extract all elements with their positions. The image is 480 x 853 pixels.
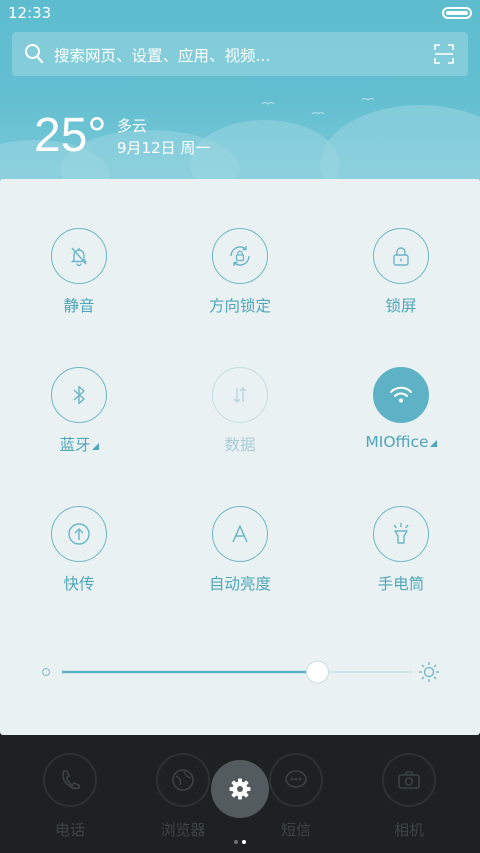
dropdown-indicator-icon[interactable] (429, 440, 437, 447)
message-icon[interactable] (269, 753, 323, 807)
flashlight-icon (393, 523, 409, 544)
toggle-label: 快传 (63, 575, 95, 593)
search-bar[interactable]: 搜索网页、设置、应用、视频... (12, 32, 468, 76)
toggle-quick-share-circle[interactable] (51, 506, 107, 562)
toggle-label: 蓝牙 (59, 436, 91, 454)
toggle-rotation-lock[interactable]: 方向锁定 (180, 228, 300, 316)
status-bar: 12:33 (0, 0, 480, 28)
battery-icon (442, 7, 472, 19)
toggle-label: 数据 (224, 436, 256, 454)
toggle-rotation-lock-circle[interactable] (212, 228, 268, 284)
toggle-wifi[interactable]: MIOffice (341, 367, 461, 451)
dropdown-indicator-icon[interactable] (91, 443, 99, 450)
lock-icon (393, 247, 409, 266)
bell-off-icon (70, 247, 88, 267)
cloud-decoration (190, 120, 340, 182)
dock-app-phone[interactable]: 电话 (25, 753, 115, 840)
browser-icon[interactable] (156, 753, 210, 807)
birds-icon (262, 98, 375, 115)
toggle-mobile-data-circle[interactable] (212, 367, 268, 423)
search-icon (25, 44, 44, 64)
brightness-slider[interactable] (0, 660, 480, 684)
slider-thumb (306, 660, 329, 684)
toggle-label: 自动亮度 (208, 575, 271, 593)
toggle-quick-share[interactable]: 快传 (19, 506, 139, 594)
auto-brightness-icon (232, 525, 248, 543)
toggle-bluetooth-circle[interactable] (51, 367, 107, 423)
share-transfer-icon (68, 523, 90, 545)
weather-date: 9月12日 周一 (117, 139, 211, 157)
toggle-label: MIOffice (365, 433, 429, 451)
toggle-flashlight[interactable]: 手电筒 (341, 506, 461, 594)
page-dot (234, 840, 238, 844)
toggle-bluetooth[interactable]: 蓝牙 (19, 367, 139, 455)
toggle-auto-brightness[interactable]: 自动亮度 (180, 506, 300, 594)
toggle-mute[interactable]: 静音 (19, 228, 139, 316)
toggle-mobile-data[interactable]: 数据 (180, 367, 300, 455)
rotation-lock-icon (230, 246, 250, 266)
brightness-low-icon (41, 667, 51, 677)
quick-settings-panel: 静音 方向锁定 锁屏 蓝牙 数据 MIOffice 快传 自动亮度 手电筒 (0, 179, 480, 735)
scan-icon[interactable] (434, 44, 454, 64)
dock-label: 浏览器 (160, 821, 206, 839)
page-dot-active (242, 840, 246, 844)
camera-icon[interactable] (382, 753, 436, 807)
dock-label: 相机 (393, 821, 424, 839)
toggle-flashlight-circle[interactable] (373, 506, 429, 562)
weather-condition: 多云 (117, 117, 148, 135)
settings-button[interactable] (211, 760, 269, 818)
toggle-label: 锁屏 (385, 297, 417, 315)
toggle-label: 静音 (63, 297, 95, 315)
dock-label: 电话 (54, 821, 85, 839)
toggle-label-bluetooth: 蓝牙 (19, 433, 139, 455)
toggle-wifi-circle[interactable] (373, 367, 429, 423)
wifi-icon (390, 386, 412, 403)
mobile-data-icon (233, 387, 247, 403)
weather-header: 12:33 搜索网页、设置、应用、视频... 25° 多云 9月12日 周一 (0, 0, 480, 182)
toggle-auto-brightness-circle[interactable] (212, 506, 268, 562)
search-input[interactable]: 搜索网页、设置、应用、视频... (54, 44, 270, 66)
toggle-lock-screen-circle[interactable] (373, 228, 429, 284)
toggle-mute-circle[interactable] (51, 228, 107, 284)
toggle-lock-screen[interactable]: 锁屏 (341, 228, 461, 316)
brightness-high-icon (419, 662, 439, 682)
status-time: 12:33 (8, 4, 52, 22)
phone-icon[interactable] (43, 753, 97, 807)
toggle-label: 方向锁定 (208, 297, 271, 315)
toggle-label: 手电筒 (377, 575, 425, 593)
page-indicator (232, 829, 248, 848)
dock-app-camera[interactable]: 相机 (364, 753, 454, 840)
temperature: 25° (34, 109, 107, 162)
toggle-label-wifi: MIOffice (341, 433, 461, 451)
dock-label: 短信 (280, 821, 311, 839)
brightness-slider-track[interactable] (0, 660, 480, 684)
bluetooth-icon (73, 385, 85, 405)
gear-icon (229, 778, 251, 800)
